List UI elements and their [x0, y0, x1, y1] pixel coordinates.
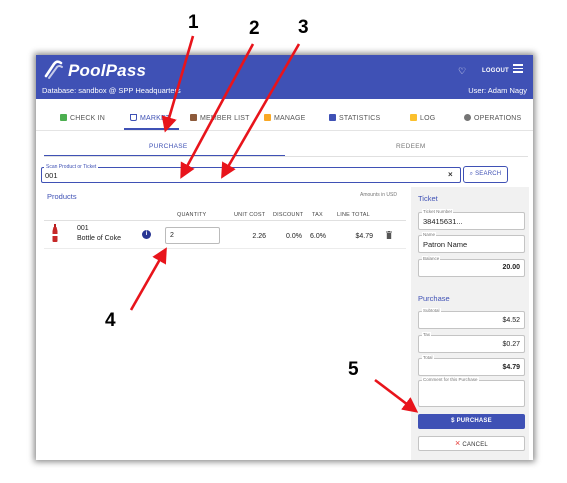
callout-number-2: 2 — [249, 18, 260, 39]
scan-input[interactable] — [41, 167, 461, 183]
gear-icon — [464, 114, 471, 121]
callout-number-4: 4 — [105, 310, 116, 331]
tab-label: MANAGE — [274, 115, 306, 122]
dollar-icon: $ — [451, 418, 455, 424]
database-label: Database: sandbox @ SPP Headquarters — [42, 86, 181, 95]
callout-number-1: 1 — [188, 12, 199, 33]
user-label: User: Adam Nagy — [468, 86, 527, 95]
check-icon — [60, 114, 67, 121]
tab-statistics[interactable]: STATISTICS — [329, 114, 380, 122]
total-label: Total — [422, 355, 434, 360]
discount-cell: 0.0% — [286, 233, 302, 240]
heart-icon[interactable]: ♡ — [458, 66, 466, 77]
statistics-icon — [329, 114, 336, 121]
purchase-title: Purchase — [418, 294, 450, 303]
nav-divider — [36, 130, 533, 131]
tax-value: $0.27 — [502, 341, 520, 348]
app-title: PoolPass — [68, 61, 147, 80]
hamburger-menu-icon[interactable] — [513, 64, 523, 73]
search-button[interactable]: ⌕ SEARCH — [463, 166, 508, 183]
subtab-purchase[interactable]: PURCHASE — [149, 143, 188, 150]
product-name: Bottle of Coke — [77, 235, 121, 242]
trash-icon[interactable] — [386, 231, 392, 239]
cart-icon — [130, 114, 137, 121]
folder-icon — [410, 114, 417, 121]
clear-icon[interactable]: × — [448, 170, 453, 179]
table-header-divider — [44, 220, 406, 221]
tax-label: Tax — [422, 332, 432, 337]
name-value: Patron Name — [423, 240, 468, 249]
tax-cell: 6.0% — [310, 233, 326, 240]
tab-label: STATISTICS — [339, 115, 381, 122]
table-row-divider — [44, 248, 406, 249]
total-value: $4.79 — [502, 364, 520, 371]
top-app-bar: PoolPass Database: sandbox @ SPP Headqua… — [36, 55, 533, 99]
column-header-unit-cost: UNIT COST — [234, 212, 266, 218]
subtab-divider — [44, 156, 528, 157]
scan-input-label: Scan Product or Ticket — [44, 164, 99, 170]
balance-label: Balance — [422, 256, 441, 261]
currency-note: Amounts in USD — [360, 192, 397, 198]
ticket-title: Ticket — [418, 194, 438, 203]
purchase-comment-label: Comment for this Purchase — [422, 377, 479, 382]
tab-label: MARKET — [140, 115, 171, 122]
subtotal-value: $4.52 — [502, 317, 520, 324]
ticket-number-label: Ticket Number — [422, 209, 454, 214]
callout-number-5: 5 — [348, 359, 359, 380]
column-header-quantity: QUANTITY — [177, 212, 207, 218]
pool-ladder-logo-icon — [44, 60, 63, 79]
tab-label: CHECK IN — [70, 115, 106, 122]
column-header-line-total: LINE TOTAL — [337, 212, 370, 218]
column-header-discount: DISCOUNT — [273, 212, 304, 218]
tab-check-in[interactable]: CHECK IN — [60, 114, 105, 122]
subtab-redeem[interactable]: REDEEM — [396, 143, 426, 150]
search-icon: ⌕ — [469, 171, 474, 177]
app-window: PoolPass Database: sandbox @ SPP Headqua… — [36, 55, 533, 460]
line-total-cell: $4.79 — [355, 233, 373, 240]
balance-value: 20.00 — [502, 264, 520, 271]
tab-market[interactable]: MARKET — [130, 114, 170, 122]
search-button-label: SEARCH — [475, 171, 502, 177]
member-list-icon — [190, 114, 197, 121]
product-code: 001 — [77, 225, 89, 232]
tab-label: LOG — [420, 115, 436, 122]
tab-label: OPERATIONS — [474, 115, 522, 122]
subtotal-label: Subtotal — [422, 308, 441, 313]
name-label: Name — [422, 232, 437, 237]
info-icon[interactable]: i — [142, 230, 151, 239]
screenshot-stage: PoolPass Database: sandbox @ SPP Headqua… — [0, 0, 567, 483]
cancel-button[interactable]: × CANCEL — [418, 436, 525, 451]
cancel-button-label: CANCEL — [462, 442, 488, 448]
unit-cost-cell: 2.26 — [252, 233, 266, 240]
tab-label: MEMBER LIST — [200, 115, 250, 122]
quantity-value[interactable]: 2 — [170, 232, 174, 239]
logout-button[interactable]: LOGOUT — [482, 68, 509, 74]
purchase-button[interactable]: $ PURCHASE — [418, 414, 525, 429]
tab-manage[interactable]: MANAGE — [264, 114, 306, 122]
callout-number-3: 3 — [298, 17, 309, 38]
tab-member-list[interactable]: MEMBER LIST — [190, 114, 250, 122]
close-icon: × — [455, 438, 461, 448]
coke-bottle-icon — [52, 224, 58, 242]
purchase-comment-field[interactable] — [418, 380, 525, 407]
manage-icon — [264, 114, 271, 121]
purchase-button-label: PURCHASE — [456, 418, 492, 424]
scan-input-value[interactable]: 001 — [45, 171, 58, 180]
column-header-tax: TAX — [312, 212, 323, 218]
tab-log[interactable]: LOG — [410, 114, 435, 122]
products-title: Products — [47, 192, 77, 201]
ticket-number-value: 38415631... — [423, 217, 463, 226]
tab-operations[interactable]: OPERATIONS — [464, 114, 521, 122]
